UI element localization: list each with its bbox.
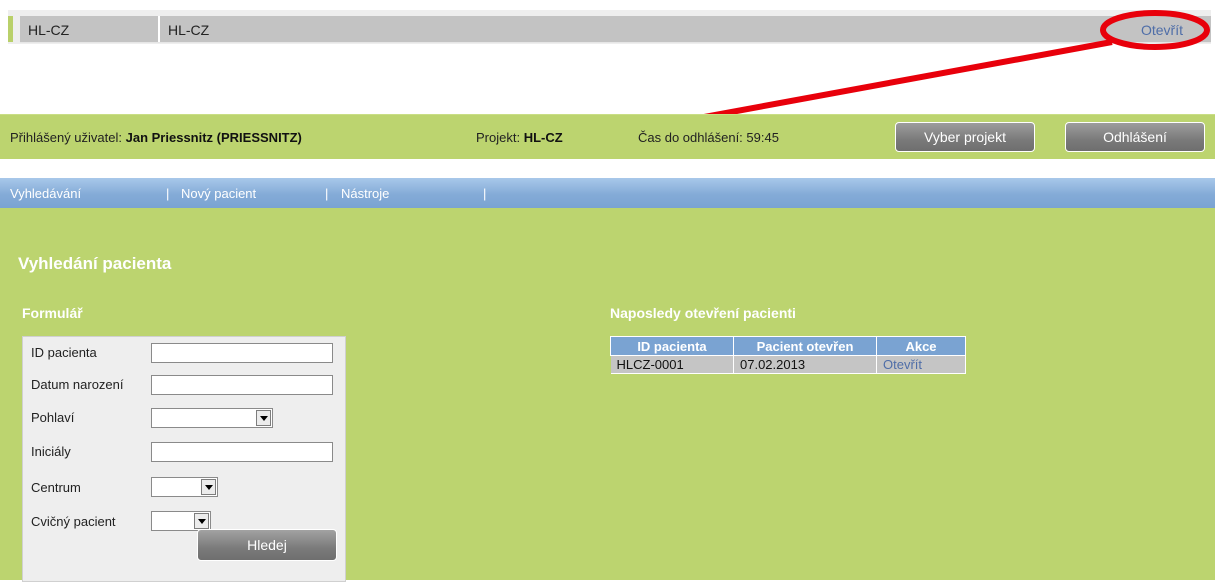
- project-name-label: HL-CZ: [523, 130, 563, 145]
- birth-date-input[interactable]: [151, 375, 333, 395]
- form-title: Formulář: [22, 305, 83, 321]
- test-patient-label: Cvičný pacient: [31, 514, 116, 529]
- chevron-down-icon[interactable]: [194, 513, 209, 529]
- center-select[interactable]: [151, 477, 218, 497]
- center-label: Centrum: [31, 480, 81, 495]
- logged-user: Přihlášený uživatel: Jan Priessnitz (PRI…: [10, 130, 302, 145]
- recent-patients-title: Naposledy otevření pacienti: [610, 305, 796, 321]
- nav-separator: |: [325, 186, 329, 201]
- patient-id-cell: HLCZ-0001: [610, 355, 734, 374]
- table-header-row: ID pacienta Pacient otevřen Akce: [610, 336, 966, 356]
- main-content: Vyhledání pacienta Formulář Naposledy ot…: [0, 208, 1215, 582]
- project-code: HL-CZ: [28, 22, 70, 38]
- search-form: ID pacienta Datum narození Pohlaví Inici…: [22, 336, 346, 582]
- current-project: Projekt: HL-CZ: [476, 130, 563, 145]
- logged-user-label: Přihlášený uživatel:: [10, 130, 126, 145]
- project-row: HL-CZ HL-CZ Otevřít: [20, 16, 1211, 43]
- birth-date-label: Datum narození: [31, 377, 124, 392]
- project-list-strip: HL-CZ HL-CZ Otevřít: [8, 10, 1211, 44]
- table-row: HLCZ-0001 07.02.2013 Otevřít: [610, 355, 966, 374]
- nav-item-new-patient[interactable]: Nový pacient: [181, 186, 256, 201]
- open-patient-link[interactable]: Otevřít: [876, 355, 966, 374]
- row-indicator: [8, 16, 13, 42]
- column-header-action: Akce: [876, 336, 966, 356]
- search-button[interactable]: Hledej: [197, 529, 337, 561]
- project-label: Projekt:: [476, 130, 524, 145]
- patient-id-label: ID pacienta: [31, 345, 97, 360]
- recent-patients-table: ID pacienta Pacient otevřen Akce HLCZ-00…: [610, 336, 966, 374]
- sex-select[interactable]: [151, 408, 273, 428]
- initials-input[interactable]: [151, 442, 333, 462]
- project-name: HL-CZ: [168, 22, 210, 38]
- nav-separator: |: [483, 186, 487, 201]
- page-title: Vyhledání pacienta: [18, 254, 172, 273]
- nav-item-search[interactable]: Vyhledávání: [10, 186, 81, 201]
- nav-item-tools[interactable]: Nástroje: [341, 186, 389, 201]
- opened-date-cell: 07.02.2013: [733, 355, 877, 374]
- chevron-down-icon[interactable]: [201, 479, 216, 495]
- open-project-link[interactable]: Otevřít: [1141, 22, 1183, 38]
- logout-button[interactable]: Odhlášení: [1065, 122, 1205, 152]
- sex-label: Pohlaví: [31, 410, 75, 425]
- select-project-button[interactable]: Vyber projekt: [895, 122, 1035, 152]
- column-header-patient-id: ID pacienta: [610, 336, 734, 356]
- initials-label: Iniciály: [31, 444, 71, 459]
- test-patient-select[interactable]: [151, 511, 211, 531]
- main-nav: Vyhledávání | Nový pacient | Nástroje |: [0, 178, 1215, 208]
- logged-user-name: Jan Priessnitz (PRIESSNITZ): [125, 130, 302, 145]
- app-header: Přihlášený uživatel: Jan Priessnitz (PRI…: [0, 114, 1215, 159]
- patient-id-input[interactable]: [151, 343, 333, 363]
- nav-separator: |: [166, 186, 170, 201]
- chevron-down-icon[interactable]: [256, 410, 271, 426]
- project-code-cell: HL-CZ: [20, 16, 160, 42]
- column-header-opened: Pacient otevřen: [733, 336, 877, 356]
- logout-timer: Čas do odhlášení: 59:45: [638, 130, 779, 145]
